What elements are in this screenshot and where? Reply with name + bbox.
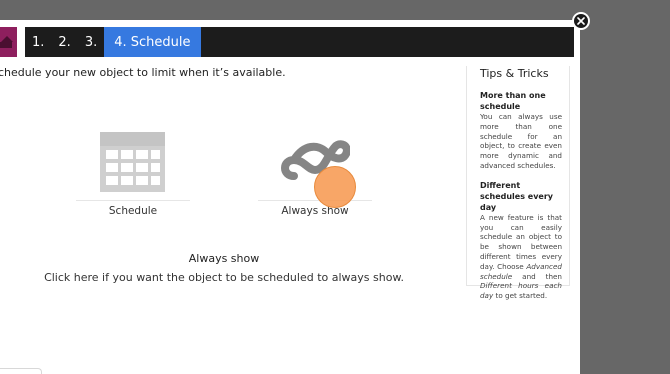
schedule-option[interactable]: Schedule <box>76 130 190 217</box>
schedule-option-label: Schedule <box>108 205 158 217</box>
step-4-schedule[interactable]: 4. Schedule <box>104 27 201 57</box>
tip-text: A new feature is that you can easily sch… <box>480 212 562 301</box>
click-highlight <box>314 166 356 208</box>
schedule-dialog: 1. 2. 3. 4. Schedule chedule your new ob… <box>0 20 580 374</box>
bottom-tab <box>0 368 42 374</box>
close-button[interactable] <box>572 12 590 30</box>
upload-icon[interactable] <box>0 27 17 57</box>
intro-text: chedule your new object to limit when it… <box>0 66 286 79</box>
background-top <box>0 0 670 20</box>
tip-title: More than one schedule <box>480 91 546 111</box>
selected-option-title: Always show <box>188 252 260 265</box>
step-1[interactable]: 1. <box>25 27 51 57</box>
always-show-option-label: Always show <box>281 205 349 217</box>
step-2[interactable]: 2. <box>51 27 77 57</box>
tip-title: Different schedules every day <box>480 180 553 212</box>
selected-option-description: Click here if you want the object to be … <box>44 271 404 284</box>
wizard-step-bar: 1. 2. 3. 4. Schedule <box>0 27 574 57</box>
tip-text: You can always use more than one schedul… <box>480 112 562 170</box>
close-icon <box>574 14 588 28</box>
tips-panel: Tips & Tricks More than one schedule You… <box>466 66 570 300</box>
always-show-option[interactable]: Always show <box>258 130 372 217</box>
tips-heading: Tips & Tricks <box>480 67 549 80</box>
step-3[interactable]: 3. <box>78 27 104 57</box>
calendar-icon <box>100 132 165 192</box>
